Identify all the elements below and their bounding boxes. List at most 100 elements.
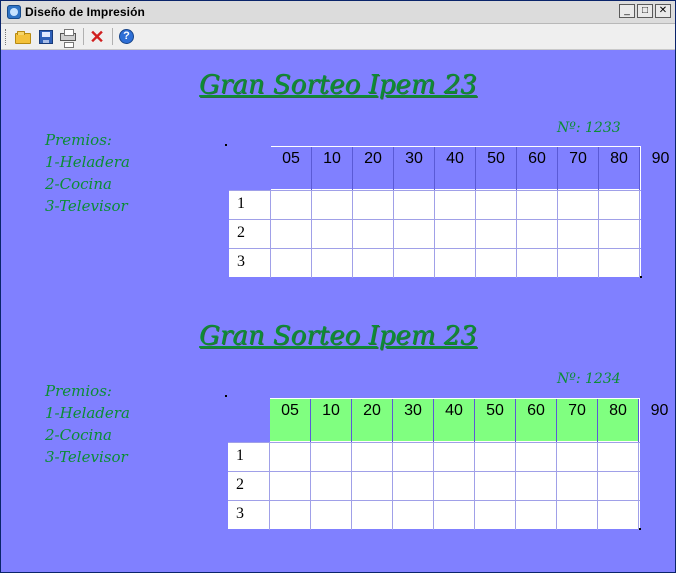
table-row: 1 (229, 190, 641, 220)
number-header: 05 10 20 30 40 50 60 70 80 90 (271, 146, 669, 191)
blank-cell (557, 472, 598, 501)
ticket-1-prizes: Premios: 1-Heladera 2-Cocina 3-Televisor (45, 129, 130, 217)
row-label: 1 (228, 443, 270, 472)
number-header: 05 10 20 30 40 50 60 70 80 90 (270, 398, 668, 443)
toolbar-separator (112, 28, 113, 45)
blank-cell (271, 191, 312, 220)
blank-cell (517, 249, 558, 278)
prize-3: 3-Televisor (45, 448, 128, 466)
ticket-2-board: 05 10 20 30 40 50 60 70 80 90 1 2 3 (228, 398, 668, 530)
blank-cell (270, 443, 311, 472)
print-design-window: Diseño de Impresión _ □ ✕ ✕ ? Gran Sorte… (0, 0, 676, 573)
blank-cell (271, 249, 312, 278)
prizes-heading: Premios: (45, 131, 112, 149)
number-cell: 30 (393, 399, 434, 443)
blank-cell (558, 220, 599, 249)
save-disk-icon[interactable] (36, 27, 56, 47)
ticket-2-prizes: Premios: 1-Heladera 2-Cocina 3-Televisor (45, 380, 130, 468)
ticket-1-rows: 1 2 3 (229, 190, 641, 278)
prize-2: 2-Cocina (45, 426, 112, 444)
blank-cell (270, 472, 311, 501)
close-button[interactable]: ✕ (655, 4, 671, 18)
corner-mark (639, 528, 641, 530)
minimize-button[interactable]: _ (619, 4, 635, 18)
toolbar: ✕ ? (1, 24, 675, 50)
blank-cell (312, 191, 353, 220)
row-label: 3 (228, 501, 270, 530)
corner-mark (225, 144, 227, 146)
ticket-2-title: Gran Sorteo Ipem 23 (199, 321, 477, 351)
number-cell: 80 (599, 147, 640, 191)
blank-cell (352, 472, 393, 501)
blank-cell (434, 443, 475, 472)
corner-mark (225, 395, 227, 397)
blank-cell (352, 501, 393, 530)
row-label: 2 (228, 472, 270, 501)
number-cell: 60 (516, 399, 557, 443)
blank-cell (394, 191, 435, 220)
printer-icon[interactable] (58, 27, 78, 48)
blank-cell (598, 443, 639, 472)
prize-1: 1-Heladera (45, 153, 130, 171)
number-cell: 20 (353, 147, 394, 191)
blank-cell (312, 220, 353, 249)
number-cell: 40 (435, 147, 476, 191)
blank-cell (599, 220, 640, 249)
blank-cell (311, 472, 352, 501)
number-cell: 60 (517, 147, 558, 191)
blank-cell (434, 501, 475, 530)
window-title: Diseño de Impresión (25, 5, 145, 19)
maximize-button[interactable]: □ (637, 4, 653, 18)
number-cell: 10 (312, 147, 353, 191)
row-label: 1 (229, 191, 271, 220)
blank-cell (476, 220, 517, 249)
row-label: 3 (229, 249, 271, 278)
number-cell: 70 (558, 147, 599, 191)
delete-x-icon[interactable]: ✕ (87, 27, 107, 47)
toolbar-separator (83, 28, 84, 45)
blank-cell (311, 501, 352, 530)
blank-cell (394, 220, 435, 249)
number-cell: 80 (598, 399, 639, 443)
number-cell: 90 (650, 402, 669, 419)
table-row: 2 (229, 219, 641, 249)
blank-cell (393, 501, 434, 530)
blank-cell (516, 472, 557, 501)
prize-1: 1-Heladera (45, 404, 130, 422)
blank-cell (557, 443, 598, 472)
blank-cell (558, 191, 599, 220)
prizes-heading: Premios: (45, 382, 112, 400)
blank-cell (599, 249, 640, 278)
blank-cell (516, 501, 557, 530)
table-row: 2 (228, 471, 640, 501)
blank-cell (393, 443, 434, 472)
prize-2: 2-Cocina (45, 175, 112, 193)
blank-cell (476, 249, 517, 278)
blank-cell (517, 191, 558, 220)
help-icon[interactable]: ? (117, 27, 137, 47)
blank-cell (434, 472, 475, 501)
blank-cell (353, 220, 394, 249)
blank-cell (517, 220, 558, 249)
number-cell: 05 (270, 399, 311, 443)
table-row: 3 (229, 248, 641, 278)
blank-cell (435, 220, 476, 249)
open-folder-icon[interactable] (12, 27, 32, 47)
app-icon (7, 5, 21, 19)
blank-cell (598, 501, 639, 530)
blank-cell (558, 249, 599, 278)
number-cell: 40 (434, 399, 475, 443)
number-cell: 90 (651, 150, 670, 167)
blank-cell (435, 191, 476, 220)
number-cell: 50 (476, 147, 517, 191)
blank-cell (516, 443, 557, 472)
ticket-1-board: 05 10 20 30 40 50 60 70 80 90 1 2 3 (229, 146, 669, 278)
print-preview-area: Gran Sorteo Ipem 23 Nº: 1233 Premios: 1-… (1, 50, 675, 572)
number-cell: 30 (394, 147, 435, 191)
blank-cell (394, 249, 435, 278)
ticket-1-title: Gran Sorteo Ipem 23 (199, 70, 477, 100)
toolbar-grip[interactable] (5, 29, 8, 45)
number-cell: 05 (271, 147, 312, 191)
blank-cell (270, 501, 311, 530)
title-bar[interactable]: Diseño de Impresión _ □ ✕ (1, 1, 675, 24)
